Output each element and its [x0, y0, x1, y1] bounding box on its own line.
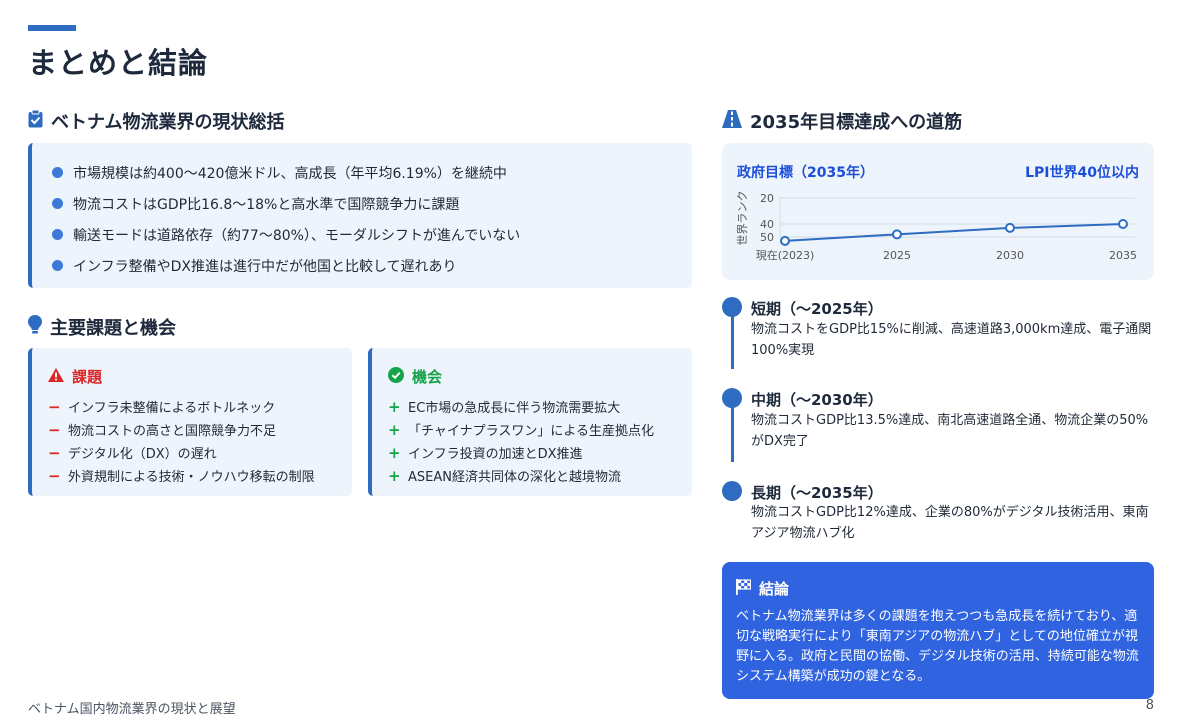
timeline-dot: [722, 481, 742, 501]
minus-icon: −: [48, 420, 61, 439]
data-point: [1118, 219, 1128, 229]
opportunities-header: 機会: [388, 366, 692, 387]
opportunity-item: + ASEAN経済共同体の深化と越境物流: [388, 464, 692, 487]
x-tick-label: 現在(2023): [756, 249, 815, 262]
x-tick-label: 2035: [1109, 249, 1137, 262]
lightbulb-icon: [28, 315, 50, 339]
roadmap-heading: 2035年目標達成への道筋: [722, 108, 962, 134]
summary-item-text: 輸送モードは道路依存（約77〜80%）、モーダルシフトが進んでいない: [73, 227, 521, 244]
challenge-item-text: 物流コストの高さと国際競争力不足: [68, 424, 277, 439]
timeline-mid-desc: 物流コストGDP比13.5%達成、南北高速道路全通、物流企業の50%がDX完了: [751, 413, 1149, 449]
challenge-item: − インフラ未整備によるボトルネック: [48, 395, 352, 418]
clipboard-check-icon: [28, 109, 51, 133]
challenges-header: 課題: [48, 366, 352, 387]
opportunity-item-text: 「チャイナプラスワン」による生産拠点化: [408, 424, 654, 439]
roadmap-heading-text: 2035年目標達成への道筋: [750, 112, 963, 133]
data-point: [780, 235, 790, 246]
challenge-item: − 外資規制による技術・ノウハウ移転の制限: [48, 464, 352, 487]
challenge-item-text: 外資規制による技術・ノウハウ移転の制限: [68, 470, 315, 485]
bullet-dot: [52, 229, 63, 240]
issues-heading: 主要課題と機会: [28, 314, 176, 340]
x-tick-label: 2025: [883, 249, 911, 262]
summary-item: インフラ整備やDX推進は進行中だが他国と比較して遅れあり: [52, 250, 692, 281]
footer-text: ベトナム国内物流業界の現状と展望: [28, 702, 236, 717]
challenge-item: − 物流コストの高さと国際競争力不足: [48, 418, 352, 441]
opportunity-item-text: インフラ投資の加速とDX推進: [408, 447, 583, 462]
issues-heading-text: 主要課題と機会: [50, 318, 176, 339]
challenge-item: − デジタル化（DX）の遅れ: [48, 441, 352, 464]
lpi-rank-chart: 20 4050 世界ランク現在(2023) 2025 2030 2035: [736, 191, 1137, 263]
plus-icon: +: [388, 443, 401, 462]
bullet-dot: [52, 167, 63, 178]
minus-icon: −: [48, 443, 61, 462]
data-point: [1005, 222, 1015, 233]
timeline-long-desc: 物流コストGDP比12%達成、企業の80%がデジタル技術活用、東南アジア物流ハブ…: [751, 505, 1149, 541]
challenges-title: 課題: [72, 368, 103, 386]
summary-item-text: 市場規模は約400〜420億米ドル、高成長（年平均6.19%）を継続中: [73, 165, 507, 182]
timeline-dot: [722, 297, 742, 317]
y-tick-label: 20: [760, 192, 774, 205]
opportunity-item: + EC市場の急成長に伴う物流需要拡大: [388, 395, 692, 418]
opportunity-item-text: ASEAN経済共同体の深化と越境物流: [408, 470, 621, 485]
timeline-mid-title: 中期（〜2030年）: [751, 391, 883, 409]
challenge-item-text: インフラ未整備によるボトルネック: [68, 401, 276, 416]
conclusion-panel: 結論 ベトナム物流業界は多くの課題を抱えつつも急成長を続けており、適切な戦略実行…: [722, 562, 1154, 699]
bullet-dot: [52, 260, 63, 271]
y-tick-label: 40: [760, 218, 774, 231]
conclusion-body: ベトナム物流業界は多くの課題を抱えつつも急成長を続けており、適切な戦略実行により…: [736, 609, 1139, 684]
summary-heading: ベトナム物流業界の現状総括: [28, 108, 284, 134]
plus-icon: +: [388, 397, 401, 416]
chart-header-left: 政府目標（2035年）: [737, 165, 874, 181]
flag-checkered-icon: [736, 578, 759, 599]
conclusion-title: 結論: [759, 580, 790, 598]
conclusion-header: 結論: [736, 578, 1140, 599]
minus-icon: −: [48, 466, 61, 485]
page-number: 8: [1145, 698, 1154, 713]
timeline-short-desc: 物流コストをGDP比15%に削減、高速道路3,000km達成、電子通関100%実…: [751, 322, 1152, 358]
summary-item: 市場規模は約400〜420億米ドル、高成長（年平均6.19%）を継続中: [52, 157, 692, 188]
x-tick-label: 2030: [996, 249, 1024, 262]
timeline-dot: [722, 388, 742, 408]
plus-icon: +: [388, 466, 401, 485]
summary-panel: 市場規模は約400〜420億米ドル、高成長（年平均6.19%）を継続中 物流コス…: [28, 143, 692, 288]
summary-item-text: インフラ整備やDX推進は進行中だが他国と比較して遅れあり: [73, 258, 457, 275]
timeline-short-title: 短期（〜2025年）: [751, 300, 883, 318]
opportunity-item: + 「チャイナプラスワン」による生産拠点化: [388, 418, 692, 441]
summary-item: 輸送モードは道路依存（約77〜80%）、モーダルシフトが進んでいない: [52, 219, 692, 250]
bullet-dot: [52, 198, 63, 209]
check-circle-icon: [388, 366, 412, 387]
summary-heading-text: ベトナム物流業界の現状総括: [51, 112, 285, 133]
opportunity-item: + インフラ投資の加速とDX推進: [388, 441, 692, 464]
opportunities-card: 機会 + EC市場の急成長に伴う物流需要拡大 + 「チャイナプラスワン」による生産拠…: [368, 348, 692, 496]
warning-icon: [48, 367, 72, 386]
y-tick-label: 50: [760, 231, 774, 244]
y-axis-label: 世界ランク: [736, 191, 749, 246]
page-title: まとめと結論: [28, 46, 209, 80]
data-point: [892, 229, 902, 240]
minus-icon: −: [48, 397, 61, 416]
chart-header-right: LPI世界40位以内: [1025, 165, 1139, 181]
road-icon: [722, 109, 750, 133]
challenge-item-text: デジタル化（DX）の遅れ: [68, 447, 217, 462]
challenges-card: 課題 − インフラ未整備によるボトルネック − 物流コストの高さと国際競争力不足 −…: [28, 348, 352, 496]
timeline-long-title: 長期（〜2035年）: [751, 484, 883, 502]
summary-item: 物流コストはGDP比16.8〜18%と高水準で国際競争力に課題: [52, 188, 692, 219]
summary-item-text: 物流コストはGDP比16.8〜18%と高水準で国際競争力に課題: [73, 196, 460, 213]
title-accent-bar: [28, 25, 76, 31]
opportunities-title: 機会: [412, 368, 443, 386]
plus-icon: +: [388, 420, 401, 439]
opportunity-item-text: EC市場の急成長に伴う物流需要拡大: [408, 401, 621, 416]
series-line: [784, 223, 1124, 242]
